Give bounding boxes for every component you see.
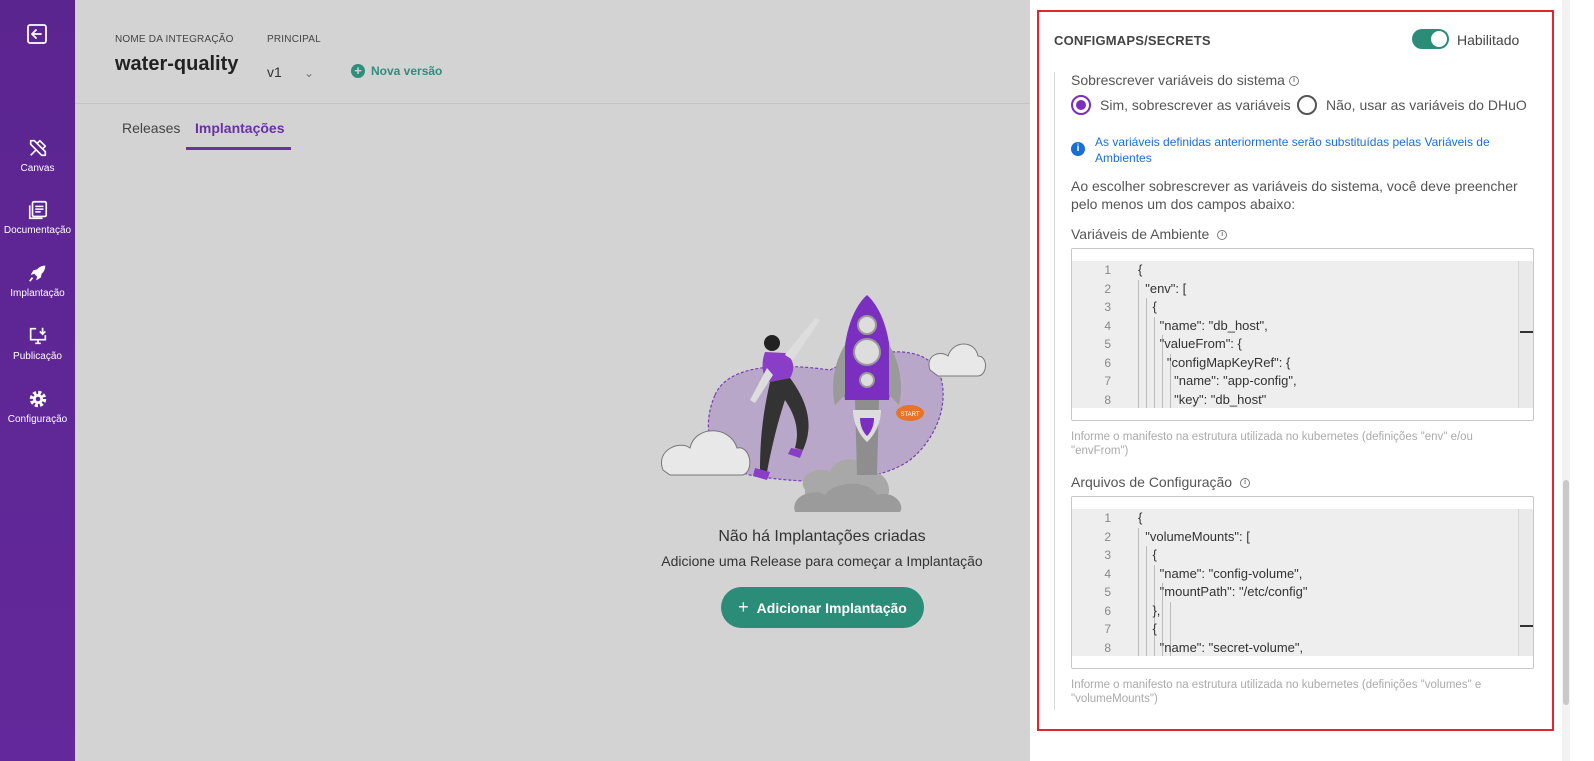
plus-icon: + [738, 597, 749, 617]
publish-icon [29, 327, 46, 345]
sidebar-item-label: Documentação [3, 225, 72, 236]
new-version-label: Nova versão [371, 64, 443, 78]
version-select[interactable]: v1 [267, 64, 282, 80]
chevron-down-icon[interactable]: ⌄ [304, 66, 314, 80]
sidebar-item-label: Publicação [13, 351, 62, 362]
sidebar-item-label: Canvas [20, 163, 55, 174]
active-tab-indicator [186, 147, 291, 150]
sidebar-item-label: Implantação [10, 288, 65, 299]
sidebar-item-label: Configuração [7, 414, 68, 425]
highlight-box [1037, 10, 1554, 731]
sidebar-item-canvas[interactable]: Canvas [0, 137, 75, 174]
scrollbar-thumb[interactable] [1563, 480, 1569, 705]
sidebar-item-settings[interactable]: Configuração [0, 388, 75, 425]
gear-icon [29, 390, 46, 408]
sidebar-item-publish[interactable]: Publicação [0, 325, 75, 362]
integration-name-label: NOME DA INTEGRAÇÃO [115, 34, 234, 45]
page-header: NOME DA INTEGRAÇÃO water-quality PRINCIP… [75, 0, 1030, 103]
add-circle-icon: + [351, 64, 365, 78]
documentation-icon [28, 200, 47, 220]
empty-state-title: Não há Implantações criadas [718, 528, 926, 545]
tab-deployments[interactable]: Implantações [195, 120, 284, 136]
rocket-icon [28, 265, 45, 282]
integration-name: water-quality [115, 53, 239, 75]
empty-state-subtitle: Adicione uma Release para começar a Impl… [661, 553, 983, 569]
rocket-launch-illustration: START [660, 295, 986, 512]
new-version-button[interactable]: + Nova versão [351, 64, 442, 78]
collapse-sidebar-icon[interactable] [25, 22, 49, 46]
add-deployment-button[interactable]: + Adicionar Implantação [721, 587, 924, 628]
tab-releases[interactable]: Releases [122, 120, 180, 136]
svg-text:START: START [900, 412, 919, 418]
principal-label: PRINCIPAL [267, 34, 321, 45]
sidebar-item-documentation[interactable]: Documentação [0, 199, 75, 236]
sidebar: Canvas Documentação Implantação Publicaç… [0, 0, 75, 761]
sidebar-item-deploy[interactable]: Implantação [0, 262, 75, 299]
canvas-tools-icon [29, 139, 46, 157]
tab-bar: Releases Implantações [75, 103, 1030, 160]
panel-scrollbar[interactable] [1562, 0, 1570, 761]
add-deployment-label: Adicionar Implantação [756, 599, 907, 616]
